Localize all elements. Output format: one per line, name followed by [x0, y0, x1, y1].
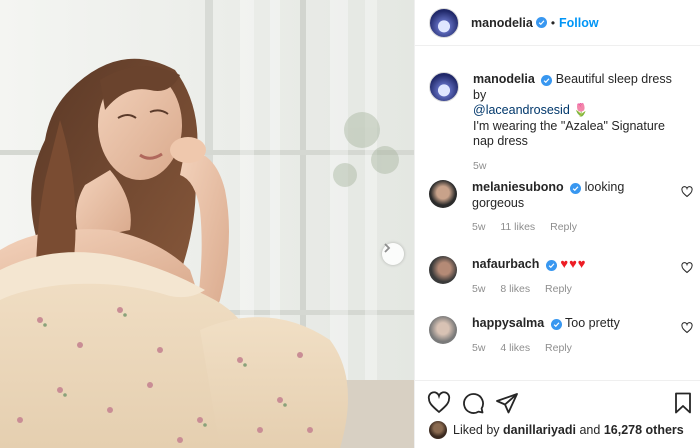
commenter-avatar[interactable] — [429, 316, 457, 344]
comment-like-icon[interactable] — [681, 186, 693, 198]
comment-item: nafaurbach ♥♥♥ 5w 8 likes Reply — [429, 256, 699, 297]
verified-icon — [535, 17, 547, 28]
author-avatar[interactable] — [429, 7, 459, 38]
comment-likes[interactable]: 4 likes — [500, 342, 530, 354]
liked-by-others[interactable]: 16,278 others — [604, 423, 684, 437]
comment-username[interactable]: nafaurbach — [472, 257, 539, 271]
comment-username[interactable]: melaniesubono — [472, 180, 564, 194]
save-icon[interactable] — [671, 391, 695, 415]
caption-avatar[interactable] — [429, 72, 459, 102]
next-photo-button[interactable] — [382, 243, 404, 265]
caption-mention[interactable]: @laceandrosesid — [473, 103, 570, 117]
comment-time: 5w — [472, 282, 486, 295]
post-photo[interactable] — [0, 0, 414, 448]
liked-by-prefix: Liked by — [453, 423, 500, 437]
reply-button[interactable]: Reply — [545, 342, 572, 354]
reply-button[interactable]: Reply — [545, 283, 572, 295]
action-bar: Liked by danillariyadi and 16,278 others — [415, 380, 700, 448]
caption-username[interactable]: manodelia — [473, 72, 535, 86]
likes-summary: Liked by danillariyadi and 16,278 others — [429, 421, 684, 439]
liked-by-user[interactable]: danillariyadi — [503, 423, 576, 437]
comment-username[interactable]: happysalma — [472, 316, 544, 330]
comment-time: 5w — [472, 341, 486, 354]
comment-icon[interactable] — [461, 391, 485, 415]
share-icon[interactable] — [495, 391, 519, 415]
next-arrow-icon — [384, 243, 391, 253]
heart-icon[interactable] — [427, 391, 451, 415]
comment-text: ♥♥♥ — [560, 256, 587, 271]
verified-icon — [570, 183, 582, 194]
comment-likes[interactable]: 8 likes — [500, 283, 530, 295]
reply-button[interactable]: Reply — [550, 221, 577, 233]
comment-time: 5w — [472, 221, 486, 233]
commenter-avatar[interactable] — [429, 256, 457, 284]
instagram-post-window: manodelia • Follow manodelia Beautiful s… — [0, 0, 700, 448]
post-caption: manodelia Beautiful sleep dress by @lace… — [429, 72, 689, 174]
post-side-panel: manodelia • Follow manodelia Beautiful s… — [414, 0, 700, 448]
liker-avatar[interactable] — [429, 421, 447, 439]
post-header: manodelia • Follow — [415, 0, 700, 46]
comment-item: happysalma Too pretty 5w 4 likes Reply — [429, 316, 699, 356]
comment-text: Too pretty — [565, 316, 620, 330]
comment-like-icon[interactable] — [681, 322, 693, 334]
comment-likes[interactable]: 11 likes — [500, 221, 535, 233]
follow-button[interactable]: Follow — [559, 16, 599, 30]
verified-icon — [541, 75, 553, 86]
separator-dot: • — [550, 15, 556, 30]
tulip-emoji: 🌷 — [573, 103, 589, 117]
comment-item: melaniesubono looking gorgeous 5w 11 lik… — [429, 180, 699, 236]
photo-illustration — [0, 0, 414, 448]
caption-time: 5w — [473, 159, 487, 172]
liked-by-and: and — [579, 423, 601, 437]
verified-icon — [545, 260, 557, 271]
commenter-avatar[interactable] — [429, 180, 457, 208]
caption-text-2: I'm wearing the "Azalea" Signature nap d… — [473, 118, 665, 149]
comments-section: manodelia Beautiful sleep dress by @lace… — [415, 46, 700, 380]
comment-like-icon[interactable] — [681, 262, 693, 274]
author-username[interactable]: manodelia — [471, 16, 533, 30]
verified-icon — [550, 319, 562, 330]
